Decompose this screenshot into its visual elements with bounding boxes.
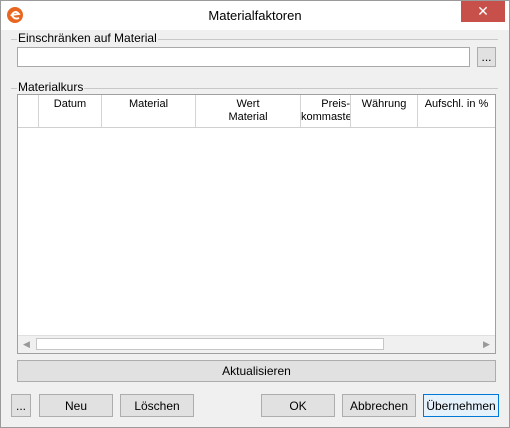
scroll-left-icon[interactable]: ◀ — [18, 336, 35, 353]
new-button[interactable]: Neu — [39, 394, 113, 417]
scroll-thumb[interactable] — [36, 338, 384, 350]
cancel-button[interactable]: Abbrechen — [342, 394, 416, 417]
column-header-material[interactable]: Material — [102, 95, 196, 127]
column-header-selector[interactable] — [18, 95, 39, 127]
filter-group-label: Einschränken auf Material — [17, 31, 158, 45]
refresh-button[interactable]: Aktualisieren — [17, 360, 496, 382]
column-header-waehrung[interactable]: Währung — [351, 95, 418, 127]
title-bar[interactable]: Materialfaktoren ✕ — [1, 1, 509, 30]
ok-button[interactable]: OK — [261, 394, 335, 417]
more-button[interactable]: ... — [11, 394, 31, 417]
column-header-wert-material[interactable]: Wert Material — [196, 95, 301, 127]
column-header-datum[interactable]: Datum — [39, 95, 102, 127]
material-filter-input[interactable] — [17, 47, 470, 67]
window-title: Materialfaktoren — [208, 8, 302, 23]
apply-button[interactable]: Übernehmen — [423, 394, 499, 417]
scroll-right-icon[interactable]: ▶ — [478, 336, 495, 353]
close-icon: ✕ — [477, 3, 489, 19]
horizontal-scrollbar[interactable]: ◀ ▶ — [18, 335, 495, 353]
material-grid[interactable]: Datum Material Wert Material Preis- komm… — [17, 94, 496, 354]
column-header-preiskommastellen[interactable]: Preis- kommastellen — [301, 95, 351, 127]
column-header-aufschlag[interactable]: Aufschl. in % — [418, 95, 495, 127]
material-browse-button[interactable]: ... — [477, 47, 496, 67]
grid-group-label: Materialkurs — [17, 80, 85, 94]
grid-header: Datum Material Wert Material Preis- komm… — [18, 95, 495, 128]
dialog-window: Materialfaktoren ✕ Einschränken auf Mate… — [0, 0, 510, 428]
close-button[interactable]: ✕ — [461, 1, 505, 22]
delete-button[interactable]: Löschen — [120, 394, 194, 417]
